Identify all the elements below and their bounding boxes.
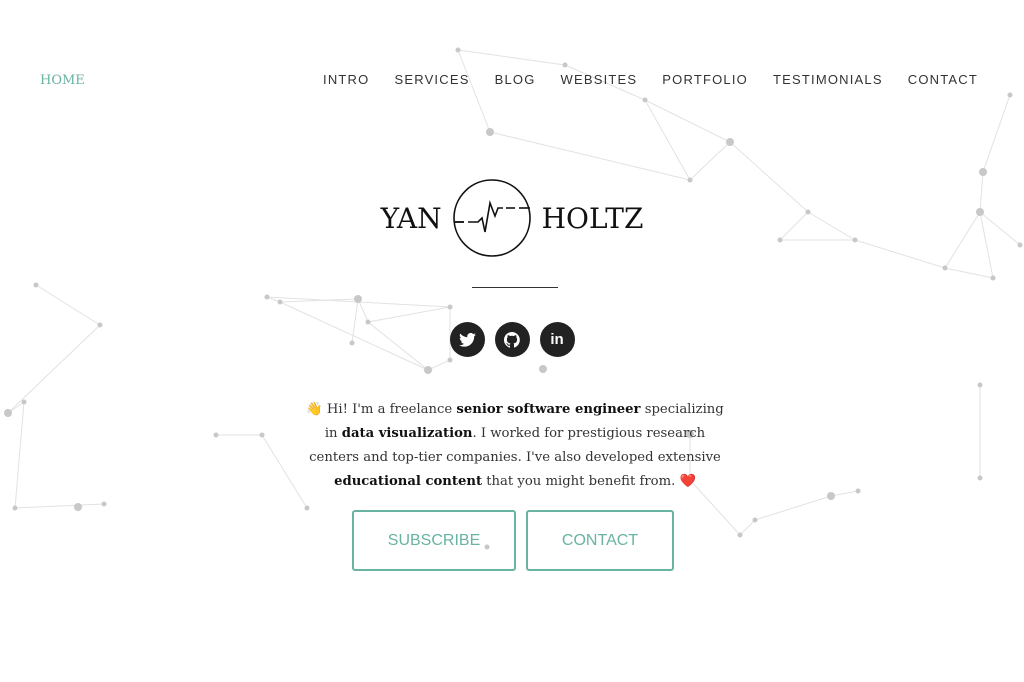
network-node xyxy=(424,366,432,374)
wave-emoji: 👋 xyxy=(306,402,323,417)
network-node xyxy=(213,432,219,438)
github-icon xyxy=(504,331,520,348)
divider xyxy=(472,287,558,288)
network-link xyxy=(830,490,859,497)
network-link xyxy=(14,401,25,509)
network-link xyxy=(689,141,731,181)
nav-home[interactable]: HOME xyxy=(40,73,85,88)
linkedin-button[interactable]: in xyxy=(539,322,575,357)
github-button[interactable] xyxy=(494,322,530,357)
network-node xyxy=(101,501,107,507)
network-node xyxy=(977,475,983,481)
network-node xyxy=(827,492,835,500)
nav-intro[interactable]: INTRO xyxy=(323,72,369,87)
network-link xyxy=(644,99,691,181)
network-node xyxy=(642,97,648,103)
twitter-icon xyxy=(458,332,476,347)
network-node xyxy=(21,399,27,405)
nav-menu: INTRO SERVICES BLOG WEBSITES PORTFOLIO T… xyxy=(323,72,978,87)
network-link xyxy=(457,49,491,133)
network-node xyxy=(977,382,983,388)
nav-testimonials[interactable]: TESTIMONIALS xyxy=(773,72,883,87)
network-node xyxy=(277,299,283,305)
contact-button[interactable]: CONTACT xyxy=(526,510,674,571)
network-node xyxy=(1007,92,1013,98)
logo: YAN HOLTZ xyxy=(0,178,1024,258)
heartbeat-circle-icon xyxy=(452,179,531,257)
nav-contact[interactable]: CONTACT xyxy=(908,72,978,87)
twitter-button[interactable] xyxy=(449,322,485,357)
intro-text: 👋 Hi! I'm a freelance senior software en… xyxy=(300,398,730,494)
nav-blog[interactable]: BLOG xyxy=(495,72,536,87)
network-node xyxy=(447,357,453,363)
nav-websites[interactable]: WEBSITES xyxy=(561,72,638,87)
network-node xyxy=(562,62,568,68)
logo-first-name: YAN xyxy=(380,201,442,235)
intro-text-4: that you might benefit from. xyxy=(482,474,680,489)
social-links: in xyxy=(0,322,1024,357)
network-node xyxy=(447,304,453,310)
network-link xyxy=(35,284,101,326)
network-node xyxy=(4,409,12,417)
network-node xyxy=(455,47,461,53)
logo-last-name: HOLTZ xyxy=(541,201,644,235)
network-node xyxy=(726,138,734,146)
network-link xyxy=(367,306,451,323)
network-node xyxy=(259,432,265,438)
network-link xyxy=(14,503,105,509)
nav-portfolio[interactable]: PORTFOLIO xyxy=(662,72,748,87)
network-node xyxy=(264,294,270,300)
network-node xyxy=(990,275,996,281)
intro-text-1: Hi! I'm a freelance xyxy=(322,402,457,417)
intro-bold-1: senior software engineer xyxy=(456,402,641,417)
linkedin-icon: in xyxy=(550,331,564,348)
network-link xyxy=(944,267,994,279)
network-link xyxy=(644,99,731,143)
network-node xyxy=(979,168,987,176)
nav-services[interactable]: SERVICES xyxy=(394,72,469,87)
heart-emoji: ❤️ xyxy=(679,474,696,489)
network-node xyxy=(354,295,362,303)
network-node xyxy=(539,365,547,373)
intro-bold-3: educational content xyxy=(334,474,483,489)
network-node xyxy=(855,488,861,494)
network-link xyxy=(457,49,566,66)
network-node xyxy=(33,282,39,288)
network-link xyxy=(489,131,691,181)
subscribe-button[interactable]: SUBSCRIBE xyxy=(352,510,516,571)
cta-buttons: SUBSCRIBE CONTACT xyxy=(0,510,1024,571)
navbar: HOME INTRO SERVICES BLOG WEBSITES PORTFO… xyxy=(0,70,1024,90)
intro-bold-2: data visualization xyxy=(341,426,473,441)
network-node xyxy=(486,128,494,136)
network-link xyxy=(982,94,1011,173)
network-node xyxy=(942,265,948,271)
